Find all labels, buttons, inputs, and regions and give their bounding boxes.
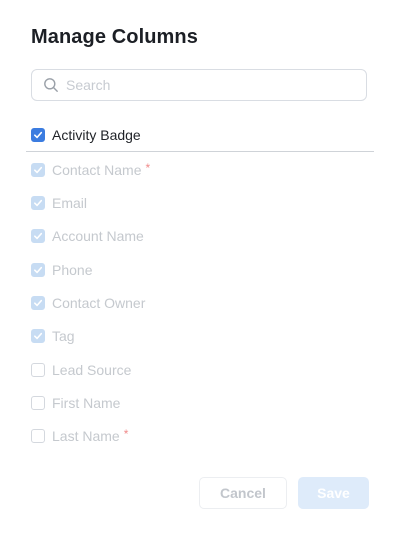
checkbox <box>31 163 45 177</box>
column-option-account-name: Account Name <box>31 226 144 246</box>
checkbox <box>31 229 45 243</box>
column-label: First Name <box>52 395 121 411</box>
checkbox[interactable] <box>31 128 45 142</box>
cancel-button[interactable]: Cancel <box>199 477 287 509</box>
checkbox <box>31 196 45 210</box>
column-label: Lead Source <box>52 362 132 378</box>
column-option-first-name: First Name <box>31 393 120 413</box>
column-option-activity-badge[interactable]: Activity Badge <box>31 125 141 145</box>
column-label: Email <box>52 195 88 211</box>
search-box[interactable] <box>31 69 367 101</box>
column-option-email: Email <box>31 193 87 213</box>
checkbox <box>31 263 45 277</box>
checkbox <box>31 296 45 310</box>
column-option-lead-source: Lead Source <box>31 360 131 380</box>
column-option-last-name: Last Name * <box>31 426 128 446</box>
search-input[interactable] <box>64 76 348 94</box>
checkbox <box>31 396 45 410</box>
column-label: Contact Name <box>52 162 142 178</box>
column-option-contact-owner: Contact Owner <box>31 293 145 313</box>
column-label: Account Name <box>52 228 144 244</box>
column-label: Last Name <box>52 428 120 444</box>
checkbox <box>31 429 45 443</box>
required-marker: * <box>123 427 129 441</box>
search-icon <box>43 77 59 93</box>
dialog-title: Manage Columns <box>31 26 198 48</box>
checkbox <box>31 329 45 343</box>
column-label: Tag <box>52 328 75 344</box>
divider <box>26 151 374 152</box>
column-label: Phone <box>52 262 93 278</box>
column-label: Activity Badge <box>52 127 141 143</box>
column-option-tag: Tag <box>31 326 75 346</box>
save-button[interactable]: Save <box>298 477 369 509</box>
column-option-phone: Phone <box>31 260 92 280</box>
checkbox <box>31 363 45 377</box>
column-label: Contact Owner <box>52 295 146 311</box>
column-option-contact-name: Contact Name * <box>31 160 150 180</box>
required-marker: * <box>145 161 151 175</box>
